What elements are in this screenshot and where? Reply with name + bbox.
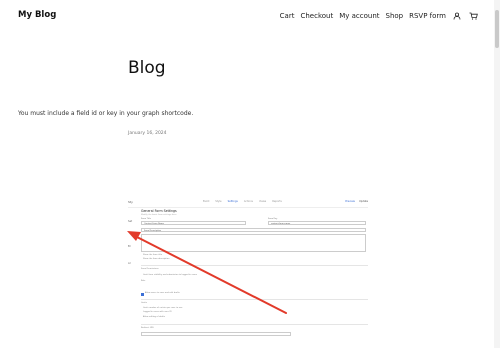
embedded-role-label: Role [141, 280, 146, 282]
embedded-textarea [141, 234, 366, 252]
embedded-update-button: Update [358, 200, 368, 203]
embedded-nav-item: Reports [272, 200, 282, 203]
main-nav: Cart Checkout My account Shop RSVP form [280, 11, 478, 21]
page-title: Blog [128, 58, 166, 78]
embedded-settings-panel: General Form Settings Modify the basic f… [141, 208, 368, 347]
embedded-field-box: Contact Form Name [141, 221, 246, 225]
embedded-actions: Preview Update [345, 200, 368, 203]
embedded-nav-item: Actions [243, 200, 253, 203]
embedded-field-box [141, 332, 291, 336]
nav-item-rsvp-form[interactable]: RSVP form [409, 12, 446, 20]
embedded-field-label: Form Key [268, 218, 278, 220]
embedded-option: Show the form description [143, 258, 170, 260]
embedded-section-label: Redirect URL [141, 327, 154, 329]
embedded-divider [141, 265, 368, 266]
embedded-section-label: Form Permissions [141, 268, 159, 270]
cart-icon[interactable] [468, 11, 478, 21]
embedded-checkbox-label: Allow users to save and edit drafts [145, 292, 180, 294]
embedded-nav-item: Build [203, 200, 210, 203]
embedded-side-label: Ar [128, 262, 131, 265]
embedded-option: Show the form title [143, 254, 163, 256]
embedded-header: Sty Build Style Settings Actions Views R… [128, 197, 368, 208]
embedded-section-label: Limits [141, 302, 147, 304]
scrollbar-thumb[interactable] [495, 10, 499, 48]
embedded-nav-item: Views [258, 200, 267, 203]
nav-item-shop[interactable]: Shop [386, 12, 404, 20]
embedded-header-title: Sty [128, 200, 133, 204]
site-header: My Blog Cart Checkout My account Shop RS… [0, 0, 500, 34]
shortcode-notice: You must include a field id or key in yo… [18, 110, 194, 117]
embedded-side-label: Bl [128, 245, 131, 248]
embedded-field-box: Form Description [141, 228, 366, 232]
embedded-side-label: Set [128, 220, 133, 223]
nav-item-cart[interactable]: Cart [280, 12, 295, 20]
embedded-option: Limit number of entries per user to one [143, 307, 183, 309]
post-date[interactable]: January 16, 2024 [128, 131, 167, 136]
embedded-checkbox [141, 293, 144, 296]
embedded-divider [141, 324, 368, 325]
embedded-nav: Build Style Settings Actions Views Repor… [203, 200, 282, 203]
embedded-divider [141, 299, 368, 300]
embedded-preview-button: Preview [345, 200, 355, 203]
site-title[interactable]: My Blog [18, 10, 56, 20]
embedded-field-box: contact-form-name [268, 221, 366, 225]
embedded-screenshot: Sty Build Style Settings Actions Views R… [128, 197, 368, 347]
embedded-option: Logged in users with user ID [143, 311, 172, 313]
nav-item-my-account[interactable]: My account [339, 12, 379, 20]
embedded-option: Allow editing of drafts [143, 316, 165, 318]
nav-item-checkout[interactable]: Checkout [300, 12, 333, 20]
embedded-form-title: General Form Settings [141, 209, 177, 213]
page-scrollbar[interactable] [494, 0, 500, 348]
embedded-nav-item-active: Settings [227, 200, 238, 203]
embedded-nav-item: Style [215, 200, 222, 203]
embedded-option: Limit form visibility and submission to … [143, 274, 197, 276]
embedded-field-label: Form Title [141, 218, 151, 220]
user-icon[interactable] [452, 11, 462, 21]
embedded-form-subtitle: Modify the basic form settings here. [141, 214, 178, 216]
